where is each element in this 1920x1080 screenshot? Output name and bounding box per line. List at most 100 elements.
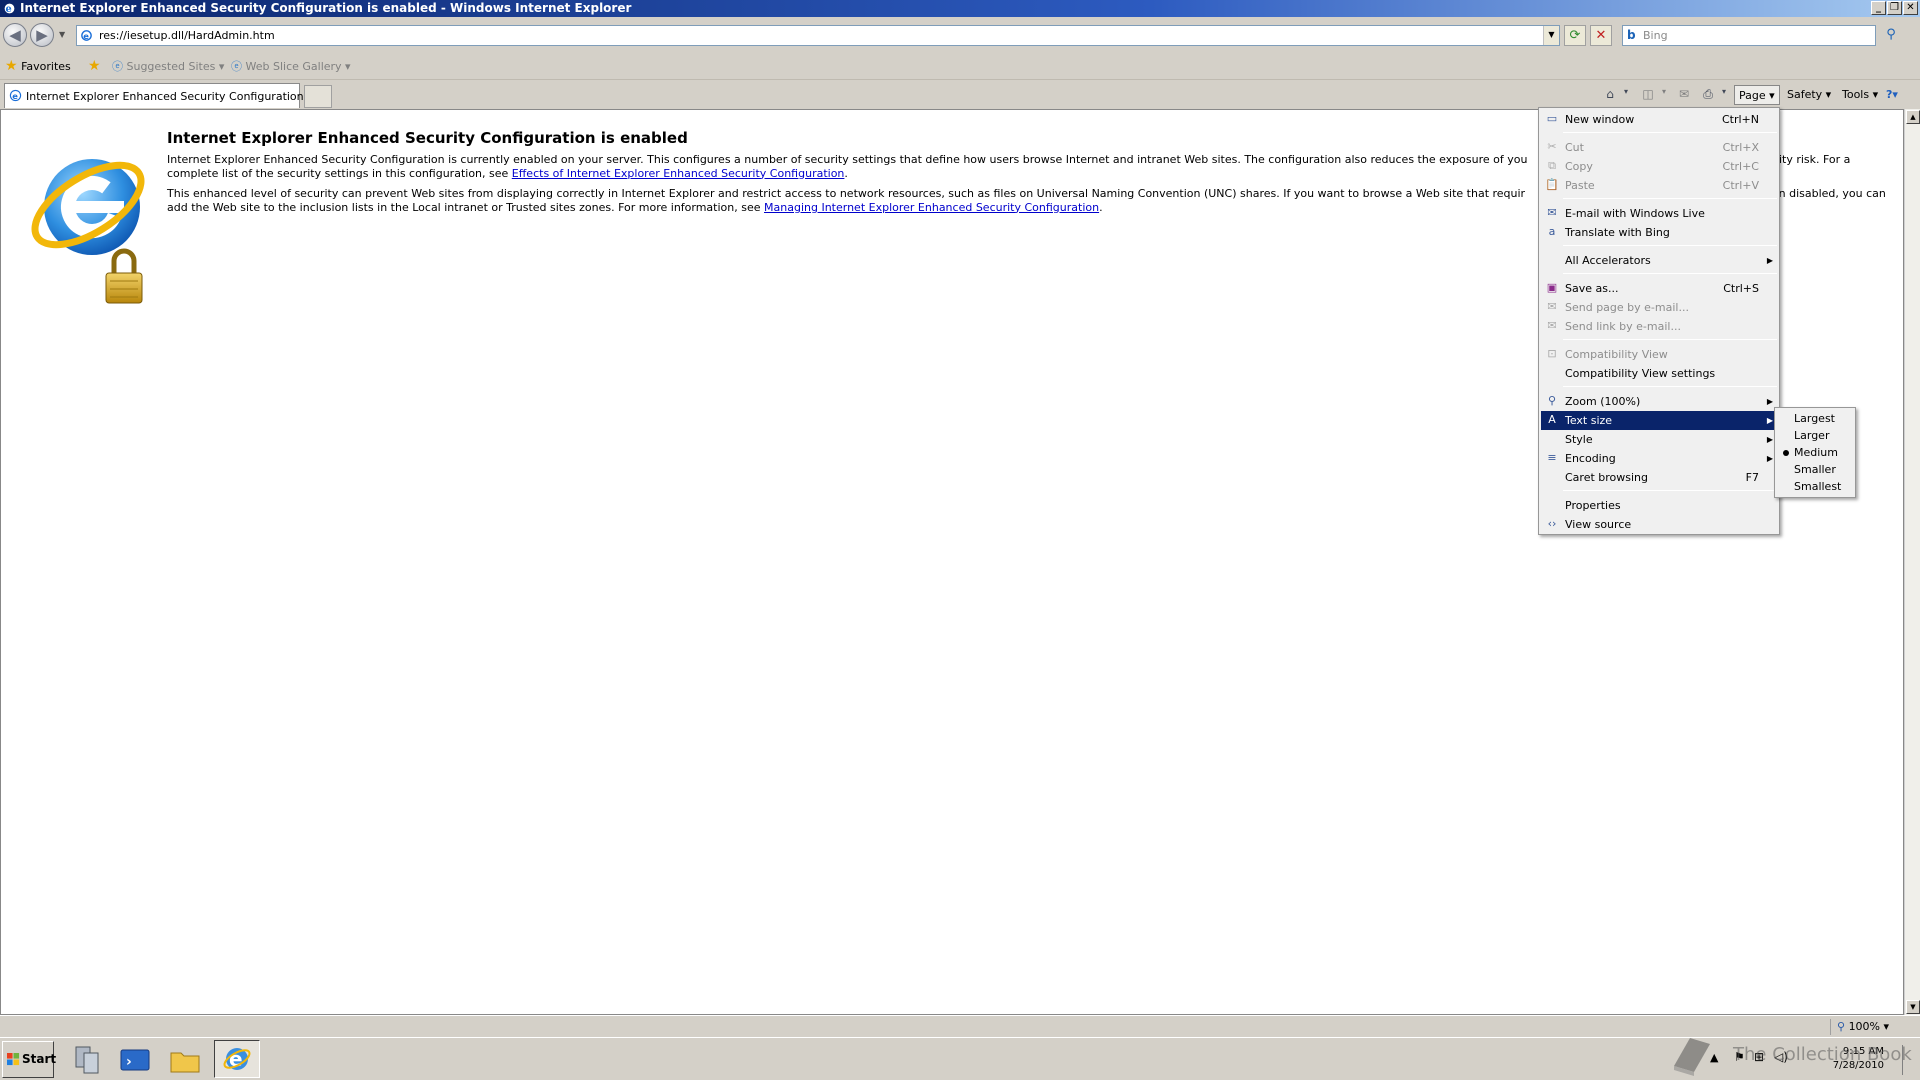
help-icon[interactable]: ?▾ — [1886, 85, 1898, 105]
managing-link[interactable]: Managing Internet Explorer Enhanced Secu… — [764, 201, 1099, 214]
menu-compatibility-view-settings[interactable]: Compatibility View settings — [1541, 364, 1777, 383]
home-dropdown-icon[interactable]: ▾ — [1618, 87, 1634, 103]
page-title: Internet Explorer Enhanced Security Conf… — [167, 129, 688, 147]
menu-all-accelerators[interactable]: All Accelerators ▶ — [1541, 251, 1777, 270]
menu-paste[interactable]: 📋 Paste Ctrl+V — [1541, 176, 1777, 195]
text-size-smaller[interactable]: Smaller — [1777, 461, 1853, 478]
forward-button[interactable]: ▶ — [30, 23, 54, 47]
caret-browsing-label: Caret browsing — [1565, 471, 1649, 484]
powershell-icon[interactable]: › — [118, 1043, 152, 1077]
text-size-submenu: Largest Larger Medium Smaller Smallest — [1774, 407, 1856, 498]
tools-menu-label: Tools — [1842, 88, 1870, 101]
menu-save-as[interactable]: ▣ Save as... Ctrl+S — [1541, 279, 1777, 298]
compatibility-icon: ⊡ — [1547, 347, 1557, 360]
zoom-control[interactable]: ⚲ 100% ▾ — [1830, 1019, 1906, 1035]
suggested-sites-icon: ⓔ — [112, 60, 123, 73]
safety-menu-button[interactable]: Safety ▾ — [1787, 85, 1831, 105]
search-input[interactable]: b Bing — [1622, 25, 1876, 46]
text-size-smallest[interactable]: Smallest — [1777, 478, 1853, 495]
text-size-largest[interactable]: Largest — [1777, 410, 1853, 427]
text-size-medium[interactable]: Medium — [1777, 444, 1853, 461]
send-link-label: Send link by e-mail... — [1565, 320, 1681, 333]
navigation-bar: ◀ ▶ ▼ e res://iesetup.dll/HardAdmin.htm … — [0, 18, 1920, 52]
paste-shortcut: Ctrl+V — [1722, 179, 1759, 192]
star-icon: ★ — [5, 58, 18, 74]
restore-button[interactable]: ❐ — [1887, 1, 1902, 15]
text-size-larger[interactable]: Larger — [1777, 427, 1853, 444]
tab-label: Internet Explorer Enhanced Security Conf… — [26, 90, 330, 103]
ie-taskbar-icon: e — [223, 1047, 251, 1071]
menu-text-size[interactable]: A Text size ▶ — [1541, 411, 1777, 430]
menu-send-link[interactable]: ✉ Send link by e-mail... — [1541, 317, 1777, 336]
cut-label: Cut — [1565, 141, 1584, 154]
tab-current[interactable]: e Internet Explorer Enhanced Security Co… — [4, 83, 330, 108]
encoding-icon: ≡ — [1547, 451, 1557, 464]
menu-send-page[interactable]: ✉ Send page by e-mail... — [1541, 298, 1777, 317]
menu-caret-browsing[interactable]: Caret browsing F7 — [1541, 468, 1777, 487]
bing-icon: b — [1627, 28, 1636, 42]
home-icon[interactable]: ⌂ — [1602, 87, 1618, 103]
feeds-dropdown-icon[interactable]: ▾ — [1656, 87, 1672, 103]
taskbar-ie-button[interactable]: e — [214, 1040, 260, 1078]
svg-text:e: e — [83, 31, 89, 41]
vertical-scrollbar[interactable]: ▲ ▼ — [1904, 109, 1920, 1015]
favorites-label: Favorites — [21, 60, 71, 73]
address-field[interactable]: e res://iesetup.dll/HardAdmin.htm ▼ — [76, 25, 1560, 46]
ie-icon: e — [4, 3, 15, 15]
submenu-arrow-icon: ▶ — [1766, 435, 1773, 444]
zoom-icon: ⚲ — [1547, 394, 1557, 407]
add-to-favorites-bar-button[interactable]: ★ — [88, 58, 101, 74]
new-window-icon: ▭ — [1546, 112, 1558, 125]
minimize-button[interactable]: _ — [1871, 1, 1886, 15]
menu-style[interactable]: Style ▶ — [1541, 430, 1777, 449]
address-url[interactable]: res://iesetup.dll/HardAdmin.htm — [99, 29, 275, 42]
effects-link[interactable]: Effects of Internet Explorer Enhanced Se… — [512, 167, 845, 180]
menu-new-window[interactable]: ▭ New window Ctrl+N — [1541, 110, 1777, 129]
new-tab-button[interactable] — [304, 85, 332, 108]
search-placeholder: Bing — [1643, 29, 1668, 42]
medium-label: Medium — [1794, 446, 1838, 459]
start-button[interactable]: Start — [2, 1041, 56, 1078]
back-button[interactable]: ◀ — [3, 23, 27, 47]
text-size-icon: A — [1548, 413, 1556, 426]
recent-pages-dropdown-icon[interactable]: ▼ — [59, 30, 65, 39]
menu-email-windows-live[interactable]: ✉ E-mail with Windows Live — [1541, 204, 1777, 223]
selected-radio-icon — [1783, 450, 1789, 456]
text-size-label: Text size — [1565, 414, 1613, 427]
feeds-icon[interactable]: ◫ — [1640, 87, 1656, 103]
read-mail-icon[interactable]: ✉ — [1676, 87, 1692, 103]
all-accelerators-label: All Accelerators — [1565, 254, 1651, 267]
submenu-arrow-icon: ▶ — [1766, 454, 1773, 463]
suggested-sites-button[interactable]: ⓔ Suggested Sites ▾ — [112, 58, 224, 74]
close-button[interactable]: ✕ — [1903, 1, 1918, 15]
stop-button[interactable]: ✕ — [1590, 25, 1612, 46]
print-icon[interactable]: ⎙ — [1700, 87, 1716, 103]
menu-properties[interactable]: Properties — [1541, 496, 1777, 515]
menu-compatibility-view[interactable]: ⊡ Compatibility View — [1541, 345, 1777, 364]
favorites-button[interactable]: ★ Favorites — [5, 58, 71, 74]
menu-translate-bing[interactable]: a Translate with Bing — [1541, 223, 1777, 242]
server-manager-icon[interactable] — [70, 1043, 104, 1077]
cut-icon: ✂ — [1547, 140, 1557, 153]
print-dropdown-icon[interactable]: ▾ — [1716, 87, 1732, 103]
menu-zoom[interactable]: ⚲ Zoom (100%) ▶ — [1541, 392, 1777, 411]
page-menu: ▭ New window Ctrl+N ✂ Cut Ctrl+X ⧉ Copy … — [1538, 107, 1780, 535]
tools-menu-button[interactable]: Tools ▾ — [1842, 85, 1878, 105]
window-title: Internet Explorer Enhanced Security Conf… — [20, 1, 632, 15]
explorer-folder-icon[interactable] — [168, 1043, 202, 1077]
scroll-up-icon[interactable]: ▲ — [1906, 110, 1920, 124]
menu-view-source[interactable]: ‹› View source — [1541, 515, 1777, 534]
view-source-icon: ‹› — [1547, 517, 1557, 530]
menu-copy[interactable]: ⧉ Copy Ctrl+C — [1541, 157, 1777, 176]
taskbar: Start › e ▲ ⚑ ⊞ ◁) 9:15 AM 7/28/2010 — [0, 1037, 1920, 1080]
menu-cut[interactable]: ✂ Cut Ctrl+X — [1541, 138, 1777, 157]
address-dropdown-icon[interactable]: ▼ — [1543, 26, 1559, 45]
submenu-arrow-icon: ▶ — [1766, 256, 1773, 265]
web-slice-gallery-button[interactable]: ⓔ Web Slice Gallery ▾ — [231, 58, 351, 74]
caret-browsing-shortcut: F7 — [1745, 471, 1759, 484]
menu-encoding[interactable]: ≡ Encoding ▶ — [1541, 449, 1777, 468]
scroll-down-icon[interactable]: ▼ — [1906, 1000, 1920, 1014]
search-icon[interactable]: ⚲ — [1878, 25, 1904, 46]
refresh-button[interactable]: ⟳ — [1564, 25, 1586, 46]
page-menu-button[interactable]: Page ▾ — [1734, 85, 1780, 105]
